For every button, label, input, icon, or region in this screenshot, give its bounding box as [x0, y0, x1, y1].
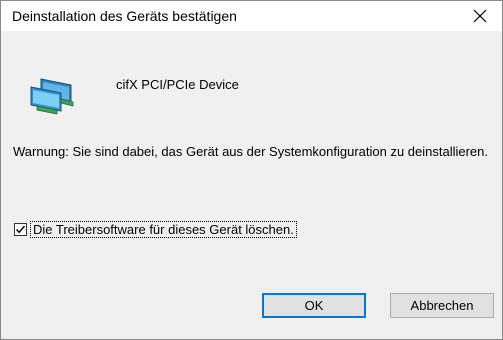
- checkmark-icon: [15, 225, 26, 234]
- cancel-button[interactable]: Abbrechen: [390, 293, 494, 318]
- delete-driver-option[interactable]: Die Treibersoftware für dieses Gerät lös…: [14, 221, 297, 238]
- close-icon: [473, 9, 487, 23]
- network-adapter-icon: [30, 78, 74, 115]
- delete-driver-checkbox[interactable]: [14, 223, 27, 236]
- ok-button[interactable]: OK: [262, 293, 366, 318]
- device-name: cifX PCI/PCIe Device: [116, 77, 239, 92]
- delete-driver-label[interactable]: Die Treibersoftware für dieses Gerät lös…: [30, 221, 297, 238]
- warning-text: Warnung: Sie sind dabei, das Gerät aus d…: [13, 144, 489, 159]
- close-button[interactable]: [458, 1, 502, 31]
- title-bar: Deinstallation des Geräts bestätigen: [1, 1, 502, 31]
- confirm-uninstall-dialog: Deinstallation des Geräts bestätigen cif…: [0, 0, 503, 340]
- dialog-title: Deinstallation des Geräts bestätigen: [12, 8, 237, 24]
